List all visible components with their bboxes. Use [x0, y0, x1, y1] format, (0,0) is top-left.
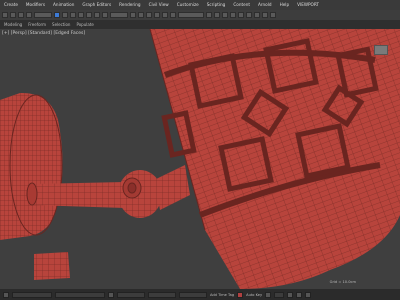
layer-explorer-icon[interactable]: [222, 12, 228, 18]
menu-content[interactable]: Content: [229, 0, 254, 10]
snaps-toggle-icon[interactable]: [146, 12, 152, 18]
rectangular-selection-icon[interactable]: [70, 12, 76, 18]
menu-rendering[interactable]: Rendering: [115, 0, 144, 10]
disk-mesh[interactable]: [0, 92, 63, 240]
viewport-label[interactable]: [+] [Persp] [Standard] [Edged Faces]: [2, 31, 85, 36]
render-setup-icon[interactable]: [254, 12, 260, 18]
schematic-view-icon[interactable]: [238, 12, 244, 18]
link-icon[interactable]: [18, 12, 24, 18]
menu-bar: Create Modifiers Animation Graph Editors…: [0, 0, 400, 10]
status-bar: Add Time Tag Auto Key: [0, 289, 400, 300]
pivot-center-icon[interactable]: [130, 12, 136, 18]
select-manipulate-icon[interactable]: [138, 12, 144, 18]
x-coordinate-field[interactable]: [117, 291, 145, 298]
menu-create[interactable]: Create: [0, 0, 22, 10]
select-object-icon[interactable]: [54, 12, 60, 18]
redo-icon[interactable]: [10, 12, 16, 18]
orbit-icon[interactable]: [296, 291, 303, 298]
named-selection-sets-dropdown[interactable]: [178, 12, 204, 18]
selection-filter-dropdown[interactable]: [34, 12, 52, 18]
y-coordinate-field[interactable]: [148, 291, 176, 298]
menu-viewport[interactable]: VIEWPORT: [293, 0, 323, 10]
reference-coordinate-dropdown[interactable]: [110, 12, 128, 18]
menu-scripting[interactable]: Scripting: [203, 0, 230, 10]
ribbon-tabs: Modeling Freeform Selection Populate: [0, 20, 400, 29]
undo-icon[interactable]: [2, 12, 8, 18]
play-icon[interactable]: [265, 291, 272, 298]
select-scale-icon[interactable]: [102, 12, 108, 18]
maxscript-input[interactable]: [12, 291, 52, 298]
select-move-icon[interactable]: [86, 12, 92, 18]
time-tag-label[interactable]: Add Time Tag: [210, 293, 234, 297]
unlink-icon[interactable]: [26, 12, 32, 18]
tab-modeling[interactable]: Modeling: [4, 22, 22, 27]
status-prompt-field: [55, 291, 105, 298]
auto-key-label[interactable]: Auto Key: [246, 293, 262, 297]
zoom-icon[interactable]: [287, 291, 294, 298]
menu-animation[interactable]: Animation: [49, 0, 78, 10]
lock-selection-icon[interactable]: [108, 291, 114, 298]
align-icon[interactable]: [214, 12, 220, 18]
z-coordinate-field[interactable]: [179, 291, 207, 298]
render-production-icon[interactable]: [270, 12, 276, 18]
tab-populate[interactable]: Populate: [76, 22, 93, 27]
menu-civil-view[interactable]: Civil View: [145, 0, 173, 10]
rendered-frame-icon[interactable]: [262, 12, 268, 18]
menu-help[interactable]: Help: [276, 0, 294, 10]
maxscript-listener-icon[interactable]: [3, 291, 9, 298]
grid-readout: Grid = 10.0cm: [329, 280, 356, 284]
window-crossing-icon[interactable]: [78, 12, 84, 18]
select-by-name-icon[interactable]: [62, 12, 68, 18]
select-rotate-icon[interactable]: [94, 12, 100, 18]
pan-icon[interactable]: [305, 291, 312, 298]
curve-editor-icon[interactable]: [230, 12, 236, 18]
auto-key-button[interactable]: [237, 291, 244, 298]
viewcube-icon[interactable]: [374, 45, 388, 55]
percent-snap-icon[interactable]: [162, 12, 168, 18]
mirror-icon[interactable]: [206, 12, 212, 18]
frame-field[interactable]: [274, 291, 285, 298]
menu-customize[interactable]: Customize: [173, 0, 203, 10]
material-editor-icon[interactable]: [246, 12, 252, 18]
tab-freeform[interactable]: Freeform: [28, 22, 46, 27]
small-block-mesh[interactable]: [34, 252, 70, 280]
menu-graph-editors[interactable]: Graph Editors: [78, 0, 115, 10]
tab-selection[interactable]: Selection: [52, 22, 70, 27]
main-toolbar: [0, 10, 400, 20]
angle-snap-icon[interactable]: [154, 12, 160, 18]
perspective-viewport[interactable]: [+] [Persp] [Standard] [Edged Faces]: [0, 29, 400, 289]
menu-modifiers[interactable]: Modifiers: [22, 0, 49, 10]
menu-arnold[interactable]: Arnold: [254, 0, 276, 10]
spinner-snap-icon[interactable]: [170, 12, 176, 18]
mesh-scene: [0, 29, 400, 289]
